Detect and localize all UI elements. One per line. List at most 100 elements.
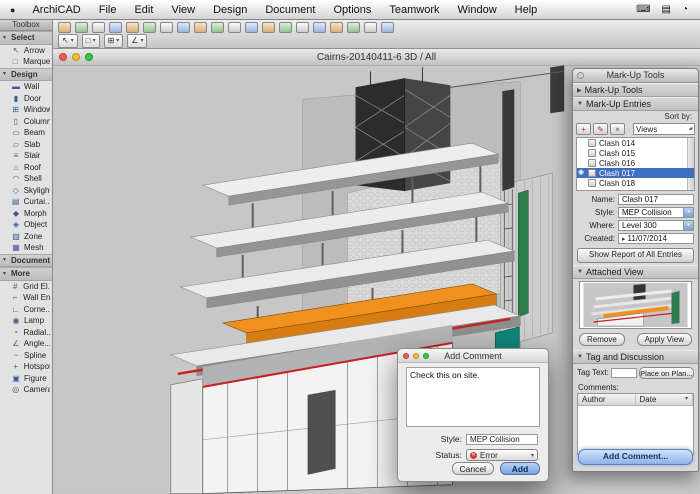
toolbox-item[interactable]: ◉ Lamp (0, 315, 52, 327)
camera-icon[interactable] (364, 22, 377, 33)
section-icon[interactable] (347, 22, 360, 33)
toolbox-item[interactable]: ◎ Camera (0, 384, 52, 396)
place-on-plan-button[interactable]: Place on Plan... (639, 367, 694, 379)
dropdown-arrows-icon[interactable]: ▾ (683, 208, 693, 217)
visible-eye-icon[interactable]: ◉ (578, 169, 584, 177)
clock-icon[interactable]: ◔ (682, 4, 688, 15)
dropdown-arrows-icon[interactable]: ▾ (683, 221, 693, 230)
toolbox-item[interactable]: # Grid El... (0, 281, 52, 293)
section-collapse-icon[interactable]: ▼ (2, 35, 8, 41)
zoom-in-icon[interactable] (211, 22, 224, 33)
toolbox-item[interactable]: □ Marquee (0, 56, 52, 68)
next-view-icon[interactable] (279, 22, 292, 33)
name-field[interactable]: Clash 017 (618, 194, 694, 205)
attached-view-preview[interactable] (579, 281, 692, 329)
apply-view-button[interactable]: Apply View (637, 333, 692, 346)
expanded-arrow-icon[interactable]: ▼ (577, 354, 583, 360)
toolbox-item[interactable]: ▦ Mesh (0, 242, 52, 254)
guide-lines-dropdown[interactable]: ∠ (127, 34, 147, 48)
tag-text-input[interactable] (611, 368, 637, 378)
section-tag-discussion[interactable]: ▼ Tag and Discussion (573, 350, 698, 364)
add-button[interactable]: Add (500, 462, 540, 475)
collapsed-arrow-icon[interactable]: ▶ (577, 87, 582, 94)
status-dropdown[interactable]: Error (466, 449, 538, 461)
toolbox-item[interactable]: ↖ Arrow (0, 45, 52, 57)
redo-icon[interactable] (160, 22, 173, 33)
snap-grid-dropdown[interactable]: ⊞ (104, 34, 124, 48)
menu-item[interactable]: View (162, 4, 204, 16)
orbit-icon[interactable] (194, 22, 207, 33)
zoom-out-icon[interactable] (228, 22, 241, 33)
comment-text-area[interactable]: Check this on site. (406, 367, 540, 427)
toolbox-item[interactable]: ▤ Curtai... (0, 196, 52, 208)
minimize-window-icon[interactable] (72, 53, 80, 61)
toolbox-item[interactable]: ▼ Document (0, 254, 52, 268)
markup-entry-row[interactable]: ◉ Clash 015 (577, 148, 694, 158)
markup-entry-row[interactable]: ◉ Clash 016 (577, 158, 694, 168)
dialog-title-bar[interactable]: Add Comment (398, 349, 548, 363)
toolbox-item[interactable]: ⌐ Wall End (0, 292, 52, 304)
show-report-button[interactable]: Show Report of All Entries (577, 248, 694, 263)
toolbox-item[interactable]: ▨ Zone (0, 231, 52, 243)
zoom-dialog-icon[interactable] (423, 353, 429, 359)
toolbox-item[interactable]: + Hotspot (0, 361, 52, 373)
print-icon[interactable] (109, 22, 122, 33)
style-dropdown[interactable]: MEP Collision ▾ (618, 207, 694, 218)
zoom-window-icon[interactable] (85, 53, 93, 61)
minimize-dialog-icon[interactable] (413, 353, 419, 359)
menu-item[interactable]: ArchiCAD (23, 4, 89, 16)
menu-item[interactable]: Help (506, 4, 547, 16)
section-markup-tools[interactable]: ▶ Mark-Up Tools (573, 83, 698, 97)
toolbox-item[interactable]: ◈ Object (0, 219, 52, 231)
keyboard-input-icon[interactable]: ⌨ (636, 4, 650, 15)
toolbox-item[interactable]: ⊞ Window (0, 104, 52, 116)
toolbox-item[interactable]: ▣ Figure (0, 373, 52, 385)
menu-item[interactable]: Window (449, 4, 506, 16)
window-title-bar[interactable]: Cairns-20140411-6 3D / All (53, 49, 700, 66)
menu-item[interactable]: Design (204, 4, 256, 16)
markup-entry-row[interactable]: ◉ Clash 017 (577, 168, 694, 178)
where-dropdown[interactable]: Level 300 ▾ (618, 220, 694, 231)
toolbox-item[interactable]: ▯ Column (0, 116, 52, 128)
toolbox-item[interactable]: ◇ Skylight (0, 185, 52, 197)
menu-item[interactable]: Edit (125, 4, 162, 16)
comments-col-date[interactable]: Date (636, 394, 694, 405)
toolbox-item[interactable]: ⌂ Roof (0, 162, 52, 174)
cancel-button[interactable]: Cancel (452, 462, 494, 475)
markup-entry-row[interactable]: ◉ Clash 018 (577, 178, 694, 188)
toolbox-item[interactable]: ▼ More (0, 267, 52, 281)
section-markup-entries[interactable]: ▼ Mark-Up Entries (573, 97, 698, 111)
section-collapse-icon[interactable]: ▼ (2, 257, 8, 263)
comments-col-author[interactable]: Author (578, 394, 636, 405)
close-dialog-icon[interactable] (403, 353, 409, 359)
marquee-mode-dropdown[interactable]: □ (82, 34, 100, 48)
toolbox-item[interactable]: ▼ Design (0, 68, 52, 82)
layer-settings-icon[interactable] (296, 22, 309, 33)
markup-entries-list[interactable]: ◉ Clash 014 ◉ Clash 015 ◉ Clash 016 (576, 137, 695, 191)
3d-window-icon[interactable] (330, 22, 343, 33)
toolbox-item[interactable]: ▭ Beam (0, 127, 52, 139)
palette-title-bar[interactable]: Mark-Up Tools (573, 69, 698, 83)
arrow-mode-dropdown[interactable]: ↖ (58, 34, 78, 48)
remove-button[interactable]: Remove (579, 333, 625, 346)
toolbox-item[interactable]: ≡ Stair (0, 150, 52, 162)
expanded-arrow-icon[interactable]: ▼ (577, 101, 583, 107)
menu-item[interactable]: Options (324, 4, 380, 16)
toolbox-item[interactable]: ◆ Morph (0, 208, 52, 220)
toolbox-item[interactable]: ▼ Select (0, 31, 52, 45)
undo-icon[interactable] (143, 22, 156, 33)
pan-icon[interactable] (177, 22, 190, 33)
new-project-icon[interactable] (58, 22, 71, 33)
section-collapse-icon[interactable]: ▼ (2, 271, 8, 277)
toolbox-item[interactable]: ∠ Angle... (0, 338, 52, 350)
toolbox-item[interactable]: ◔ Radial... (0, 327, 52, 339)
section-collapse-icon[interactable]: ▼ (2, 71, 8, 77)
toolbox-item[interactable]: ▬ Wall (0, 81, 52, 93)
toolbox-item[interactable]: ~ Spline (0, 350, 52, 362)
toolbox-item[interactable]: ▱ Slab (0, 139, 52, 151)
correction-pen-icon[interactable]: ✎ (593, 123, 608, 135)
open-project-icon[interactable] (75, 22, 88, 33)
expanded-arrow-icon[interactable]: ▼ (577, 269, 583, 275)
delete-entry-icon[interactable]: × (610, 123, 625, 135)
menu-item[interactable]: Document (256, 4, 324, 16)
